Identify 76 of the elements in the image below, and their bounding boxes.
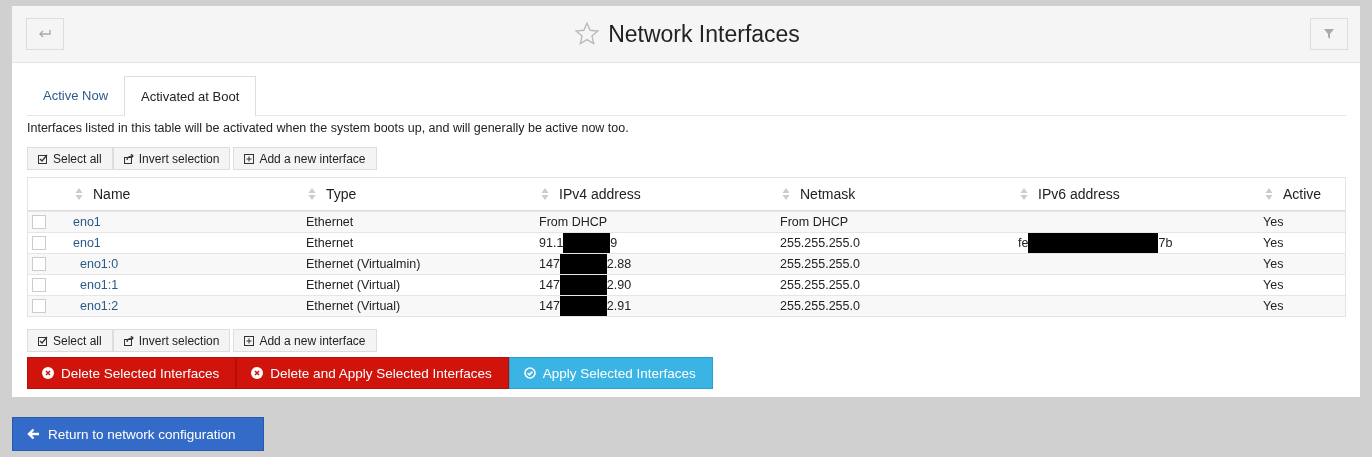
- plus-square-icon: [244, 335, 255, 346]
- table-cell: Yes: [1263, 278, 1284, 292]
- row-checkbox[interactable]: [32, 236, 46, 250]
- share-icon: [123, 153, 134, 164]
- column-header: Active: [1283, 186, 1322, 202]
- select-button[interactable]: Select all: [27, 147, 113, 170]
- table-cell: 2.90: [606, 278, 632, 292]
- invert-button[interactable]: Invert selection: [112, 147, 231, 170]
- table-cell: 147: [539, 299, 560, 313]
- plus-square-icon: [244, 153, 255, 164]
- table-cell: 2.88: [606, 257, 632, 271]
- table-cell: Yes: [1263, 257, 1284, 271]
- table-cell: 2.91: [606, 299, 632, 313]
- table-cell: Yes: [1263, 299, 1284, 313]
- table-cell: 9: [610, 236, 618, 250]
- close-icon: [251, 367, 264, 379]
- share-icon: [123, 335, 134, 346]
- delete-button[interactable]: Delete and Apply Selected Interfaces: [236, 357, 509, 389]
- interface-link[interactable]: eno1: [73, 215, 101, 229]
- table-cell: 7b: [1158, 236, 1173, 250]
- table-cell: fe: [1018, 236, 1029, 250]
- sort-icon[interactable]: [1265, 187, 1273, 201]
- table-cell: From DHCP: [780, 215, 849, 229]
- sort-icon[interactable]: [782, 187, 790, 201]
- checkbox-icon: [38, 153, 48, 164]
- left-arrow-icon: [27, 428, 40, 440]
- interface-link[interactable]: eno1:1: [73, 278, 119, 292]
- interface-link[interactable]: eno1:2: [73, 299, 119, 313]
- table-cell: Ethernet (Virtual): [306, 299, 401, 313]
- filter-icon: [1324, 29, 1334, 39]
- page-title: Network Interfaces: [608, 20, 800, 48]
- sort-icon[interactable]: [308, 187, 316, 201]
- table-cell: Yes: [1263, 236, 1284, 250]
- table-cell: 91.1: [539, 236, 564, 250]
- table-cell: Ethernet (Virtualmin): [306, 257, 421, 271]
- delete-button[interactable]: Delete Selected Interfaces: [27, 357, 237, 389]
- table-cell: 255.255.255.0: [780, 299, 860, 313]
- sort-icon[interactable]: [1020, 187, 1028, 201]
- table-cell: Ethernet: [306, 236, 354, 250]
- row-checkbox[interactable]: [32, 257, 46, 271]
- interface-link[interactable]: eno1:0: [73, 257, 119, 271]
- add-button[interactable]: Add a new interface: [233, 329, 377, 352]
- table-cell: Yes: [1263, 215, 1284, 229]
- table-cell: 147: [539, 278, 560, 292]
- table-cell: Ethernet: [306, 215, 354, 229]
- filter-button[interactable]: [1310, 18, 1348, 50]
- return-button[interactable]: Return to network configuration: [12, 417, 264, 451]
- close-icon: [42, 367, 54, 379]
- table-cell: 147: [539, 257, 560, 271]
- column-header: Name: [93, 186, 131, 202]
- column-header: Netmask: [800, 186, 856, 202]
- column-header: IPv6 address: [1038, 186, 1120, 202]
- checkbox-icon: [38, 335, 48, 346]
- back-button[interactable]: [26, 18, 64, 50]
- column-header: IPv4 address: [559, 186, 641, 202]
- tab[interactable]: Active Now: [27, 76, 125, 115]
- add-button[interactable]: Add a new interface: [233, 147, 377, 170]
- invert-button[interactable]: Invert selection: [112, 329, 231, 352]
- table-cell: 255.255.255.0: [780, 257, 860, 271]
- description-text: Interfaces listed in this table will be activated when the system boots up, and will generally be active now too.: [27, 121, 630, 135]
- row-checkbox[interactable]: [32, 215, 46, 229]
- star-icon[interactable]: [574, 21, 601, 47]
- table-cell: 255.255.255.0: [780, 236, 860, 250]
- sort-icon[interactable]: [75, 187, 83, 201]
- select-button[interactable]: Select all: [27, 329, 113, 352]
- sort-icon[interactable]: [541, 187, 549, 201]
- row-checkbox[interactable]: [32, 278, 46, 292]
- column-header: Type: [326, 186, 357, 202]
- table-cell: From DHCP: [539, 215, 608, 229]
- check-circle-icon: [523, 367, 536, 379]
- table-cell: Ethernet (Virtual): [306, 278, 401, 292]
- tab[interactable]: Activated at Boot: [124, 76, 257, 117]
- row-checkbox[interactable]: [32, 299, 46, 313]
- table-cell: 255.255.255.0: [780, 278, 860, 292]
- interface-link[interactable]: eno1: [73, 236, 101, 250]
- return-arrow-icon: [38, 29, 52, 39]
